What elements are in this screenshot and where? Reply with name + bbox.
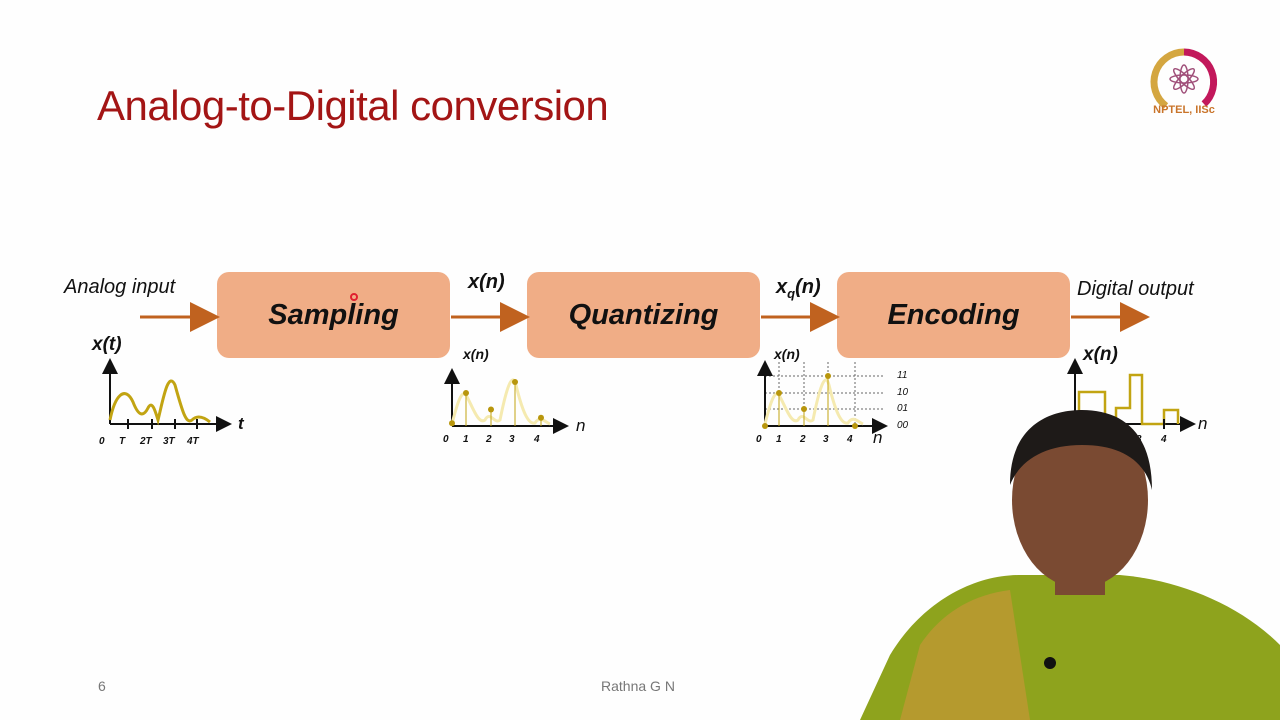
sample-point (512, 379, 518, 385)
analog-tick-label: 4T (187, 436, 199, 447)
sample-point (449, 420, 455, 427)
presenter-video (860, 410, 1280, 720)
analog-tick-label: 0 (99, 436, 105, 447)
quantized-point (852, 423, 858, 429)
sample-point (463, 390, 469, 396)
quantized-tick-label: 2 (800, 434, 806, 445)
page-number: 6 (98, 678, 106, 694)
sampled-tick-label: 3 (509, 434, 515, 445)
sampled-plot (444, 368, 569, 434)
sampled-ylabel: x(n) (463, 346, 489, 362)
analog-signal-curve (108, 379, 211, 426)
quantized-point (825, 373, 831, 379)
sampled-tick-label: 1 (463, 434, 469, 445)
sampled-tick-label: 2 (486, 434, 492, 445)
author-name: Rathna G N (601, 678, 675, 694)
quantized-tick-label: 4 (847, 434, 853, 445)
quantized-tick-label: 1 (776, 434, 782, 445)
quantized-ylabel: x(n) (774, 346, 800, 362)
quantized-point (801, 406, 807, 412)
analog-tick-label: T (119, 436, 126, 447)
sampled-tick-label: 4 (534, 434, 540, 445)
sample-point (538, 414, 544, 421)
quantization-level-label: 10 (897, 387, 909, 398)
digital-ylabel: x(n) (1083, 344, 1118, 365)
quantized-point (776, 390, 782, 396)
analog-ylabel: x(t) (92, 334, 122, 355)
analog-tick-label: 2T (140, 436, 152, 447)
sampled-tick-label: 0 (443, 434, 449, 445)
analog-xlabel: t (238, 414, 244, 433)
quantized-point (762, 423, 768, 429)
sampled-xlabel: n (576, 416, 586, 435)
quantization-level-label: 11 (897, 370, 908, 381)
sample-point (488, 406, 494, 413)
analog-tick-label: 3T (163, 436, 175, 447)
analog-plot (102, 358, 232, 432)
quantized-tick-label: 0 (756, 434, 762, 445)
quantized-tick-label: 3 (823, 434, 829, 445)
